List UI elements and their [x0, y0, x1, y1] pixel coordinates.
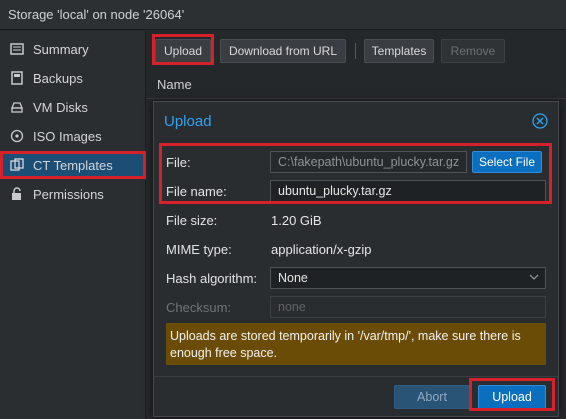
- sidebar-item-label: Permissions: [33, 186, 104, 202]
- sidebar-item-label: VM Disks: [33, 99, 88, 115]
- sidebar-item-permissions[interactable]: Permissions: [0, 180, 146, 208]
- sidebar-item-backups[interactable]: Backups: [0, 64, 146, 92]
- sidebar-item-ct-templates[interactable]: CT Templates: [0, 151, 146, 179]
- sidebar-item-iso-images[interactable]: ISO Images: [0, 122, 146, 150]
- backups-icon: [9, 70, 25, 86]
- upload-dialog: Upload File: C:\fakepath\ubuntu_plucky.t…: [153, 101, 559, 417]
- sidebar-item-label: ISO Images: [33, 128, 102, 144]
- sidebar-item-label: Summary: [33, 41, 89, 57]
- iso-images-icon: [9, 128, 25, 144]
- summary-icon: [9, 41, 25, 57]
- dialog-footer: Abort Upload: [154, 376, 558, 416]
- file-name-field[interactable]: ubuntu_plucky.tar.gz: [270, 180, 546, 202]
- grid-column-name[interactable]: Name: [147, 71, 566, 99]
- hash-algorithm-value: None: [278, 271, 308, 285]
- sidebar: Summary Backups VM Disks ISO Images CT T…: [0, 31, 146, 419]
- checksum-label: Checksum:: [166, 300, 232, 315]
- file-path-field[interactable]: C:\fakepath\ubuntu_plucky.tar.gz: [270, 151, 467, 173]
- sidebar-item-label: Backups: [33, 70, 83, 86]
- file-name-label: File name:: [166, 184, 227, 199]
- hash-algorithm-select[interactable]: None: [270, 267, 546, 289]
- chevron-down-icon: [529, 271, 539, 285]
- remove-button[interactable]: Remove: [441, 39, 505, 63]
- file-label: File:: [166, 155, 191, 170]
- temp-storage-notice: Uploads are stored temporarily in '/var/…: [166, 323, 546, 365]
- storage-toolbar: Upload Download from URL Templates Remov…: [147, 31, 566, 71]
- permissions-icon: [9, 186, 25, 202]
- templates-button[interactable]: Templates: [364, 39, 434, 63]
- vm-disks-icon: [9, 99, 25, 115]
- close-icon[interactable]: [532, 113, 548, 129]
- abort-button[interactable]: Abort: [394, 385, 470, 409]
- sidebar-item-vm-disks[interactable]: VM Disks: [0, 93, 146, 121]
- toolbar-separator: [355, 43, 356, 59]
- download-from-url-button[interactable]: Download from URL: [220, 39, 346, 63]
- mime-type-value: application/x-gzip: [271, 242, 372, 257]
- hash-algorithm-label: Hash algorithm:: [166, 271, 258, 286]
- sidebar-item-summary[interactable]: Summary: [0, 35, 146, 63]
- ct-templates-icon: [9, 157, 25, 173]
- upload-submit-button[interactable]: Upload: [478, 385, 546, 409]
- file-size-value: 1.20 GiB: [271, 213, 322, 228]
- window-title: Storage 'local' on node '26064': [0, 0, 566, 30]
- sidebar-item-label: CT Templates: [33, 157, 113, 173]
- file-size-label: File size:: [166, 213, 218, 228]
- mime-type-label: MIME type:: [166, 242, 232, 257]
- upload-button[interactable]: Upload: [155, 39, 211, 63]
- dialog-title: Upload: [164, 113, 212, 130]
- select-file-button[interactable]: Select File: [472, 151, 542, 173]
- checksum-field[interactable]: none: [270, 296, 546, 318]
